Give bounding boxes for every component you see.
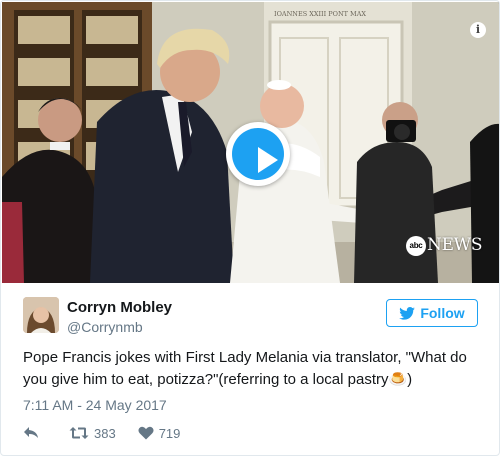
avatar-image bbox=[23, 297, 59, 333]
tweet-embed-card: IOANNES XXIII PONT MAX i abc NEWS Corryn… bbox=[0, 0, 500, 456]
like-count: 719 bbox=[158, 425, 181, 441]
user-display-name[interactable]: Corryn Mobley bbox=[67, 299, 172, 316]
avatar[interactable] bbox=[23, 297, 59, 333]
door-inscription: IOANNES XXIII PONT MAX bbox=[274, 10, 366, 18]
user-handle[interactable]: @Corrynmb bbox=[67, 319, 143, 335]
tweet-text: Pope Francis jokes with First Lady Melan… bbox=[23, 349, 467, 388]
tweet-timestamp[interactable]: 7:11 AM - 24 May 2017 bbox=[23, 397, 167, 413]
follow-button[interactable]: Follow bbox=[386, 299, 478, 327]
watermark-text: NEWS bbox=[427, 235, 483, 255]
twitter-bird-icon bbox=[399, 306, 416, 320]
reply-icon bbox=[24, 427, 38, 438]
like-button[interactable]: 719 bbox=[138, 425, 181, 441]
abc-news-watermark: abc NEWS bbox=[406, 235, 483, 256]
retweet-icon bbox=[69, 427, 89, 439]
reply-button[interactable] bbox=[23, 426, 39, 440]
video-player[interactable]: IOANNES XXIII PONT MAX i abc NEWS bbox=[2, 2, 499, 283]
play-icon bbox=[232, 128, 284, 180]
abc-logo: abc bbox=[406, 236, 426, 256]
info-icon[interactable]: i bbox=[470, 22, 486, 38]
heart-icon bbox=[138, 426, 154, 440]
retweet-button[interactable]: 383 bbox=[69, 426, 116, 441]
play-button[interactable] bbox=[226, 122, 290, 186]
follow-label: Follow bbox=[420, 305, 465, 321]
retweet-count: 383 bbox=[94, 425, 116, 441]
tweet-actions: 383 719 bbox=[23, 425, 180, 441]
